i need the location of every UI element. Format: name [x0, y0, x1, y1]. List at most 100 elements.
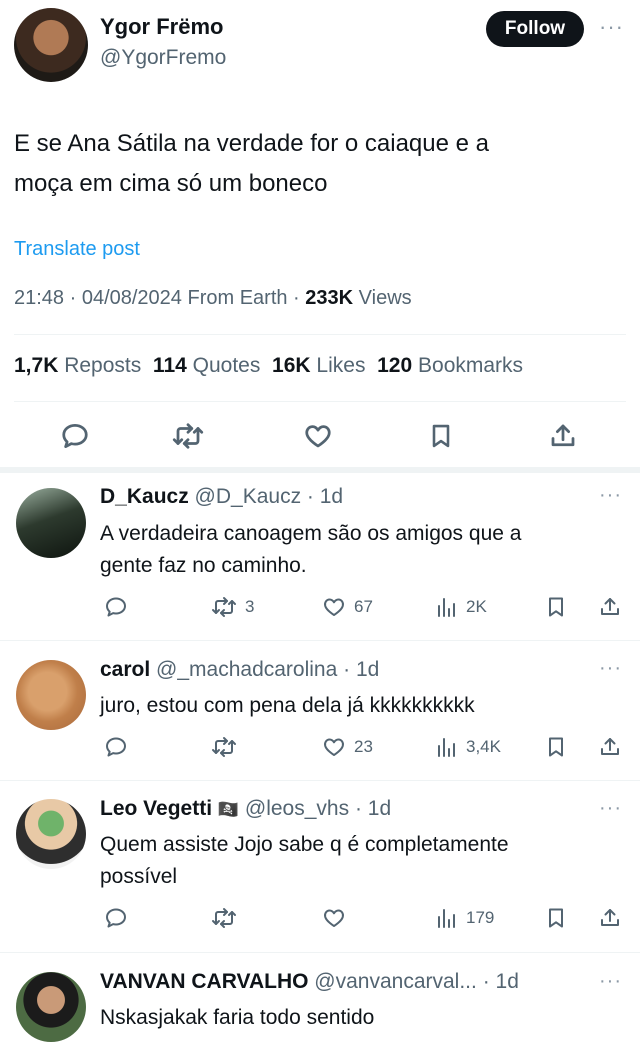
- reply-share-button[interactable]: [598, 906, 622, 930]
- reply-views-button[interactable]: 179: [434, 906, 494, 930]
- reply-author-name[interactable]: VANVAN CARVALHO: [100, 970, 308, 993]
- views-count: 2K: [466, 597, 487, 616]
- reply-time[interactable]: · 1d: [355, 797, 391, 820]
- reply-text-line-1: Quem assiste Jojo sabe q é completamente: [100, 833, 509, 856]
- bookmarks-label: Bookmarks: [418, 354, 524, 377]
- reply-reply-button[interactable]: [104, 906, 128, 930]
- reply-like-button[interactable]: 67: [322, 595, 373, 619]
- bookmark-icon[interactable]: [427, 421, 455, 451]
- repost-icon[interactable]: [171, 421, 205, 451]
- reply-author-handle[interactable]: @vanvancarval...: [314, 970, 477, 993]
- author-name[interactable]: Ygor Frëmo: [100, 14, 223, 40]
- post-text: E se Ana Sátila na verdade for o caiaque…: [14, 124, 624, 204]
- pirate-flag-icon: 🏴‍☠️: [217, 800, 240, 819]
- repost-icon: [212, 737, 236, 757]
- reply-text: Nskasjakak faria todo sentido: [100, 1002, 374, 1034]
- views-label: Views: [353, 287, 412, 309]
- divider: [14, 334, 626, 335]
- reply-time[interactable]: · 1d: [307, 485, 343, 508]
- reply-header: carol @_machadcarolina · 1d: [100, 658, 379, 682]
- more-options-icon[interactable]: ···: [599, 970, 622, 993]
- bookmark-icon: [549, 908, 563, 928]
- reply-repost-button[interactable]: 3: [211, 595, 254, 619]
- repost-icon: [212, 597, 236, 617]
- reply-like-button[interactable]: [322, 906, 354, 930]
- reply-share-button[interactable]: [598, 595, 622, 619]
- reply-avatar[interactable]: [16, 660, 86, 730]
- reply-icon: [106, 908, 126, 928]
- reply-time[interactable]: · 1d: [483, 970, 519, 993]
- reply-author-name[interactable]: Leo Vegetti: [100, 797, 212, 820]
- reply-author-name[interactable]: D_Kaucz: [100, 485, 189, 508]
- views-count: 233K: [305, 287, 354, 309]
- reply-like-button[interactable]: 23: [322, 735, 373, 759]
- more-options-icon[interactable]: ···: [599, 484, 622, 507]
- reply-header: VANVAN CARVALHO @vanvancarval... · 1d: [100, 970, 519, 994]
- post-stats: 1,7K Reposts 114 Quotes 16K Likes 120 Bo…: [14, 354, 523, 378]
- views-count: 3,4K: [466, 737, 501, 756]
- like-icon[interactable]: [303, 421, 333, 451]
- follow-button[interactable]: Follow: [486, 11, 584, 47]
- reply-text: A verdadeira canoagem são os amigos que …: [100, 518, 521, 582]
- post-meta: 21:48 · 04/08/2024 From Earth · 233K Vie…: [14, 287, 412, 310]
- translate-post-link[interactable]: Translate post: [14, 238, 140, 261]
- reply-text: juro, estou com pena dela já kkkkkkkkkk: [100, 690, 475, 722]
- more-options-icon[interactable]: ···: [599, 797, 622, 820]
- share-icon: [601, 909, 619, 926]
- share-icon: [601, 598, 619, 615]
- reply-views-button[interactable]: 2K: [434, 595, 487, 619]
- reply-bookmark-button[interactable]: [544, 595, 568, 619]
- reply-text-line-1: juro, estou com pena dela já kkkkkkkkkk: [100, 694, 475, 717]
- reply-reply-button[interactable]: [104, 735, 128, 759]
- reply-author-handle[interactable]: @D_Kaucz: [195, 485, 302, 508]
- reply-bookmark-button[interactable]: [544, 735, 568, 759]
- likes-count: 16K: [272, 354, 311, 377]
- author-handle[interactable]: @YgorFremo: [100, 46, 226, 70]
- reply-icon: [106, 737, 126, 757]
- reposts-label: Reposts: [64, 354, 142, 377]
- reposts-stat[interactable]: 1,7K Reposts: [14, 354, 141, 377]
- share-icon[interactable]: [548, 421, 578, 451]
- reply-bookmark-button[interactable]: [544, 906, 568, 930]
- reply-repost-button[interactable]: [211, 906, 245, 930]
- likes-stat[interactable]: 16K Likes: [272, 354, 365, 377]
- reply-icon: [106, 597, 126, 617]
- divider: [0, 780, 640, 781]
- views-icon: [438, 598, 455, 617]
- bookmarks-stat[interactable]: 120 Bookmarks: [377, 354, 523, 377]
- reply-repost-button[interactable]: [211, 735, 245, 759]
- reply-avatar[interactable]: [16, 972, 86, 1042]
- reply-author-handle[interactable]: @leos_vhs: [245, 797, 349, 820]
- bookmark-icon: [549, 597, 563, 617]
- author-avatar[interactable]: [14, 8, 88, 82]
- reply-author-name[interactable]: carol: [100, 658, 150, 681]
- more-options-icon[interactable]: ···: [599, 14, 624, 40]
- reply-views-button[interactable]: 3,4K: [434, 735, 501, 759]
- reply-time[interactable]: · 1d: [343, 658, 379, 681]
- reply-icon[interactable]: [60, 421, 90, 451]
- post-text-line-1: E se Ana Sátila na verdade for o caiaque…: [14, 130, 489, 157]
- quotes-stat[interactable]: 114 Quotes: [153, 354, 260, 377]
- reply-reply-button[interactable]: [104, 595, 128, 619]
- views-icon: [438, 738, 455, 757]
- reply-header: D_Kaucz @D_Kaucz · 1d: [100, 485, 343, 509]
- reply-text-line-2: possível: [100, 865, 178, 888]
- quotes-count: 114: [152, 354, 187, 377]
- reply-author-handle[interactable]: @_machadcarolina: [156, 658, 337, 681]
- repost-count: 3: [245, 597, 255, 616]
- post-text-line-2: moça em cima só um boneco: [14, 170, 328, 197]
- reply-share-button[interactable]: [598, 735, 622, 759]
- divider: [0, 952, 640, 953]
- reply-text-line-1: Nskasjakak faria todo sentido: [100, 1006, 375, 1029]
- post-timestamp[interactable]: 21:48 · 04/08/2024 From Earth ·: [14, 287, 305, 309]
- bookmarks-count: 120: [377, 354, 413, 377]
- views-icon: [438, 909, 455, 928]
- divider: [14, 401, 626, 402]
- likes-label: Likes: [316, 354, 366, 377]
- views-count: 179: [466, 908, 495, 927]
- quotes-label: Quotes: [192, 354, 261, 377]
- reply-text: Quem assiste Jojo sabe q é completamente…: [100, 829, 509, 893]
- reply-avatar[interactable]: [16, 799, 86, 869]
- more-options-icon[interactable]: ···: [599, 657, 622, 680]
- reply-avatar[interactable]: [16, 488, 86, 558]
